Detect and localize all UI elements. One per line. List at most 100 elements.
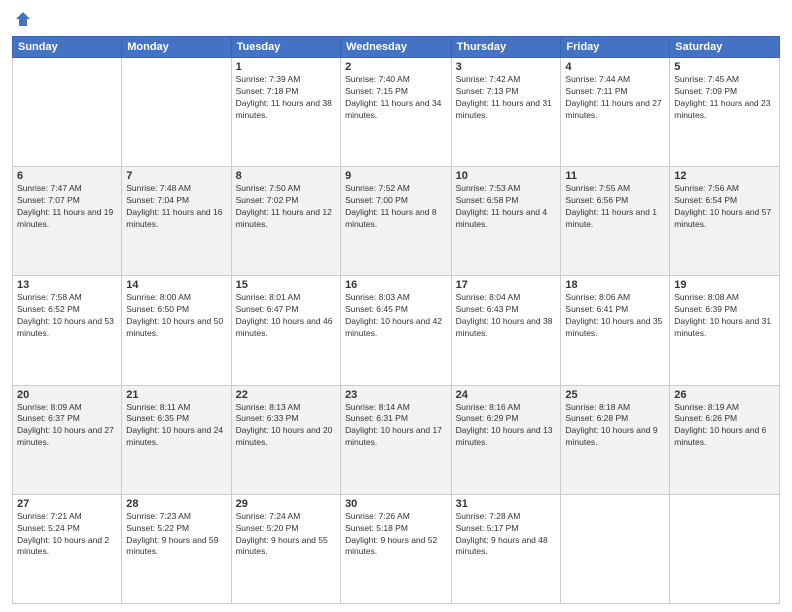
day-header-wednesday: Wednesday (341, 37, 452, 58)
day-number: 12 (674, 170, 775, 182)
day-number: 28 (126, 498, 226, 510)
calendar-cell (122, 58, 231, 167)
day-info: Sunrise: 7:56 AMSunset: 6:54 PMDaylight:… (674, 183, 775, 231)
day-info: Sunrise: 7:58 AMSunset: 6:52 PMDaylight:… (17, 292, 117, 340)
day-info: Sunrise: 8:00 AMSunset: 6:50 PMDaylight:… (126, 292, 226, 340)
day-number: 27 (17, 498, 117, 510)
calendar-cell: 22Sunrise: 8:13 AMSunset: 6:33 PMDayligh… (231, 385, 340, 494)
day-number: 3 (456, 61, 557, 73)
calendar-cell: 23Sunrise: 8:14 AMSunset: 6:31 PMDayligh… (341, 385, 452, 494)
calendar-cell: 20Sunrise: 8:09 AMSunset: 6:37 PMDayligh… (13, 385, 122, 494)
day-number: 11 (565, 170, 665, 182)
day-number: 26 (674, 389, 775, 401)
day-number: 21 (126, 389, 226, 401)
day-number: 24 (456, 389, 557, 401)
day-number: 14 (126, 279, 226, 291)
day-info: Sunrise: 8:13 AMSunset: 6:33 PMDaylight:… (236, 402, 336, 450)
day-header-tuesday: Tuesday (231, 37, 340, 58)
day-info: Sunrise: 7:53 AMSunset: 6:58 PMDaylight:… (456, 183, 557, 231)
header-row: SundayMondayTuesdayWednesdayThursdayFrid… (13, 37, 780, 58)
day-info: Sunrise: 7:42 AMSunset: 7:13 PMDaylight:… (456, 74, 557, 122)
calendar-cell: 14Sunrise: 8:00 AMSunset: 6:50 PMDayligh… (122, 276, 231, 385)
day-info: Sunrise: 7:40 AMSunset: 7:15 PMDaylight:… (345, 74, 447, 122)
day-number: 6 (17, 170, 117, 182)
day-header-thursday: Thursday (451, 37, 561, 58)
calendar-cell: 8Sunrise: 7:50 AMSunset: 7:02 PMDaylight… (231, 167, 340, 276)
calendar-cell: 11Sunrise: 7:55 AMSunset: 6:56 PMDayligh… (561, 167, 670, 276)
page: SundayMondayTuesdayWednesdayThursdayFrid… (0, 0, 792, 612)
week-row-3: 13Sunrise: 7:58 AMSunset: 6:52 PMDayligh… (13, 276, 780, 385)
day-number: 23 (345, 389, 447, 401)
day-info: Sunrise: 8:18 AMSunset: 6:28 PMDaylight:… (565, 402, 665, 450)
day-number: 17 (456, 279, 557, 291)
day-number: 16 (345, 279, 447, 291)
calendar-cell (13, 58, 122, 167)
day-number: 18 (565, 279, 665, 291)
day-number: 19 (674, 279, 775, 291)
calendar-cell: 10Sunrise: 7:53 AMSunset: 6:58 PMDayligh… (451, 167, 561, 276)
calendar-cell: 3Sunrise: 7:42 AMSunset: 7:13 PMDaylight… (451, 58, 561, 167)
calendar-cell (561, 494, 670, 603)
calendar-cell: 28Sunrise: 7:23 AMSunset: 5:22 PMDayligh… (122, 494, 231, 603)
day-info: Sunrise: 7:24 AMSunset: 5:20 PMDaylight:… (236, 511, 336, 559)
day-info: Sunrise: 7:48 AMSunset: 7:04 PMDaylight:… (126, 183, 226, 231)
day-number: 22 (236, 389, 336, 401)
day-number: 1 (236, 61, 336, 73)
day-info: Sunrise: 7:26 AMSunset: 5:18 PMDaylight:… (345, 511, 447, 559)
day-number: 5 (674, 61, 775, 73)
calendar-cell: 24Sunrise: 8:16 AMSunset: 6:29 PMDayligh… (451, 385, 561, 494)
day-number: 30 (345, 498, 447, 510)
day-info: Sunrise: 7:45 AMSunset: 7:09 PMDaylight:… (674, 74, 775, 122)
calendar-cell: 16Sunrise: 8:03 AMSunset: 6:45 PMDayligh… (341, 276, 452, 385)
header (12, 10, 780, 28)
calendar-cell: 1Sunrise: 7:39 AMSunset: 7:18 PMDaylight… (231, 58, 340, 167)
day-info: Sunrise: 8:16 AMSunset: 6:29 PMDaylight:… (456, 402, 557, 450)
day-info: Sunrise: 8:01 AMSunset: 6:47 PMDaylight:… (236, 292, 336, 340)
day-info: Sunrise: 8:11 AMSunset: 6:35 PMDaylight:… (126, 402, 226, 450)
logo-icon (14, 10, 32, 28)
day-info: Sunrise: 7:39 AMSunset: 7:18 PMDaylight:… (236, 74, 336, 122)
week-row-4: 20Sunrise: 8:09 AMSunset: 6:37 PMDayligh… (13, 385, 780, 494)
day-number: 13 (17, 279, 117, 291)
day-info: Sunrise: 8:19 AMSunset: 6:26 PMDaylight:… (674, 402, 775, 450)
day-number: 9 (345, 170, 447, 182)
day-info: Sunrise: 8:04 AMSunset: 6:43 PMDaylight:… (456, 292, 557, 340)
calendar-cell: 15Sunrise: 8:01 AMSunset: 6:47 PMDayligh… (231, 276, 340, 385)
day-info: Sunrise: 8:03 AMSunset: 6:45 PMDaylight:… (345, 292, 447, 340)
week-row-2: 6Sunrise: 7:47 AMSunset: 7:07 PMDaylight… (13, 167, 780, 276)
day-info: Sunrise: 7:50 AMSunset: 7:02 PMDaylight:… (236, 183, 336, 231)
calendar-table: SundayMondayTuesdayWednesdayThursdayFrid… (12, 36, 780, 604)
calendar-cell: 5Sunrise: 7:45 AMSunset: 7:09 PMDaylight… (670, 58, 780, 167)
day-number: 25 (565, 389, 665, 401)
calendar-cell: 13Sunrise: 7:58 AMSunset: 6:52 PMDayligh… (13, 276, 122, 385)
calendar-cell: 6Sunrise: 7:47 AMSunset: 7:07 PMDaylight… (13, 167, 122, 276)
day-info: Sunrise: 8:09 AMSunset: 6:37 PMDaylight:… (17, 402, 117, 450)
calendar-cell: 2Sunrise: 7:40 AMSunset: 7:15 PMDaylight… (341, 58, 452, 167)
day-info: Sunrise: 8:06 AMSunset: 6:41 PMDaylight:… (565, 292, 665, 340)
day-info: Sunrise: 7:47 AMSunset: 7:07 PMDaylight:… (17, 183, 117, 231)
day-number: 4 (565, 61, 665, 73)
calendar-cell: 31Sunrise: 7:28 AMSunset: 5:17 PMDayligh… (451, 494, 561, 603)
day-number: 7 (126, 170, 226, 182)
day-number: 29 (236, 498, 336, 510)
day-info: Sunrise: 7:28 AMSunset: 5:17 PMDaylight:… (456, 511, 557, 559)
calendar-cell: 19Sunrise: 8:08 AMSunset: 6:39 PMDayligh… (670, 276, 780, 385)
week-row-5: 27Sunrise: 7:21 AMSunset: 5:24 PMDayligh… (13, 494, 780, 603)
day-info: Sunrise: 7:55 AMSunset: 6:56 PMDaylight:… (565, 183, 665, 231)
calendar-cell (670, 494, 780, 603)
calendar-cell: 4Sunrise: 7:44 AMSunset: 7:11 PMDaylight… (561, 58, 670, 167)
calendar-cell: 12Sunrise: 7:56 AMSunset: 6:54 PMDayligh… (670, 167, 780, 276)
calendar-cell: 9Sunrise: 7:52 AMSunset: 7:00 PMDaylight… (341, 167, 452, 276)
calendar-cell: 26Sunrise: 8:19 AMSunset: 6:26 PMDayligh… (670, 385, 780, 494)
calendar-cell: 21Sunrise: 8:11 AMSunset: 6:35 PMDayligh… (122, 385, 231, 494)
day-number: 31 (456, 498, 557, 510)
day-info: Sunrise: 7:44 AMSunset: 7:11 PMDaylight:… (565, 74, 665, 122)
day-info: Sunrise: 7:23 AMSunset: 5:22 PMDaylight:… (126, 511, 226, 559)
day-header-saturday: Saturday (670, 37, 780, 58)
day-number: 2 (345, 61, 447, 73)
day-info: Sunrise: 7:52 AMSunset: 7:00 PMDaylight:… (345, 183, 447, 231)
calendar-cell: 7Sunrise: 7:48 AMSunset: 7:04 PMDaylight… (122, 167, 231, 276)
calendar-cell: 27Sunrise: 7:21 AMSunset: 5:24 PMDayligh… (13, 494, 122, 603)
day-info: Sunrise: 8:14 AMSunset: 6:31 PMDaylight:… (345, 402, 447, 450)
day-header-monday: Monday (122, 37, 231, 58)
